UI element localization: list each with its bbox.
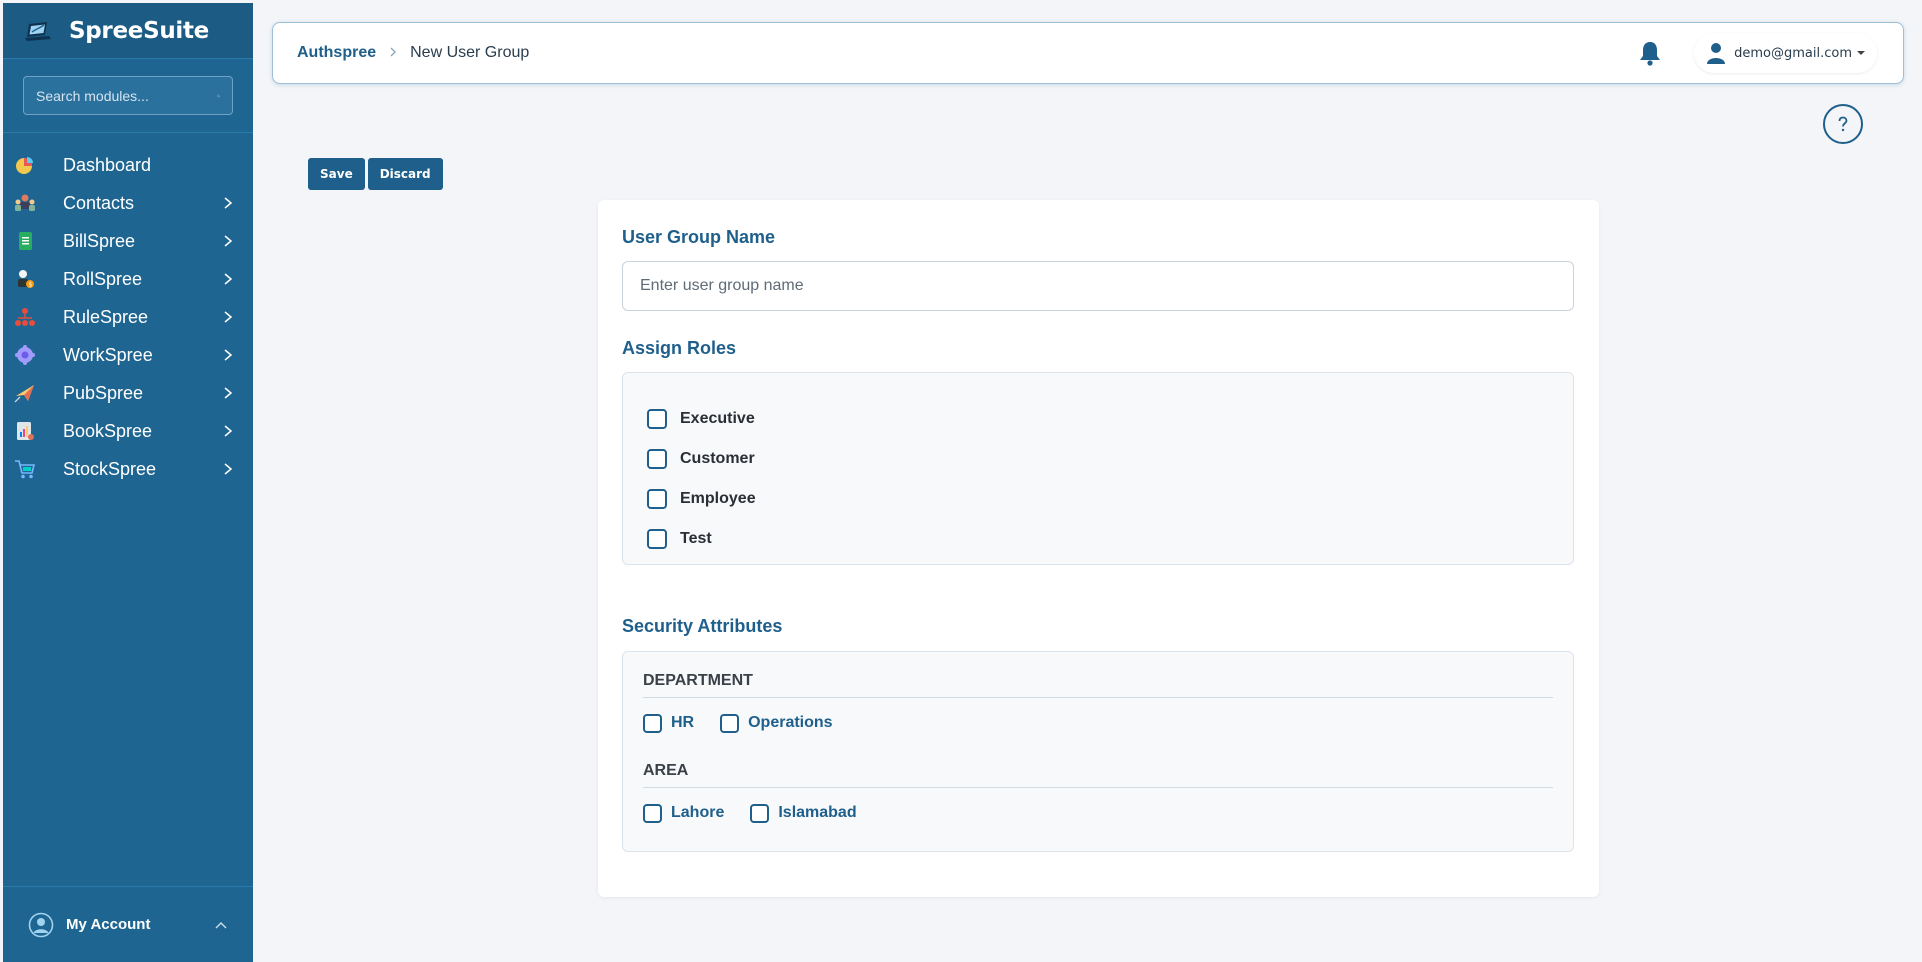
sidebar-item-rollspree[interactable]: $ RollSpree (3, 260, 253, 298)
rule-hierarchy-icon (13, 305, 37, 329)
attribute-heading-area: AREA (643, 762, 1553, 788)
breadcrumb-root[interactable]: Authspree (297, 44, 376, 62)
top-header: Authspree New User Group demo@gmail.com (272, 22, 1904, 84)
user-group-form: User Group Name Assign Roles Executive C… (598, 200, 1599, 897)
sidebar-item-label: RuleSpree (63, 306, 149, 327)
user-email: demo@gmail.com (1734, 45, 1852, 61)
sidebar-item-label: BillSpree (63, 230, 136, 251)
user-circle-icon (28, 912, 54, 937)
sidebar-item-label: BookSpree (63, 420, 153, 441)
role-option-customer[interactable]: Customer (647, 439, 1573, 479)
attribute-checkbox[interactable] (643, 713, 662, 733)
role-label: Employee (680, 490, 756, 507)
brand[interactable]: SpreeSuite (3, 3, 253, 59)
chevron-right-icon (390, 47, 397, 56)
bill-sheet-icon (13, 229, 37, 253)
contacts-people-icon (13, 191, 37, 215)
attribute-option-islamabad[interactable]: Islamabad (750, 803, 857, 823)
module-search (3, 59, 253, 133)
chevron-right-icon (224, 463, 233, 475)
sidebar: SpreeSuite Dashboard Contacts (3, 3, 253, 962)
attribute-checkbox[interactable] (720, 713, 740, 733)
dashboard-pie-icon (13, 153, 37, 177)
sidebar-item-dashboard[interactable]: Dashboard (3, 146, 253, 184)
save-button[interactable]: Save (308, 158, 365, 190)
attribute-label: Operations (748, 714, 833, 731)
bell-icon[interactable] (1636, 39, 1664, 67)
my-account-label: My Account (66, 916, 151, 933)
sidebar-item-workspree[interactable]: WorkSpree (3, 336, 253, 374)
user-group-name-title: User Group Name (622, 227, 776, 247)
attribute-options-area: Lahore Islamabad (643, 788, 1553, 838)
attribute-label: Lahore (671, 804, 725, 821)
module-nav: Dashboard Contacts BillSpree $ RollSpree (3, 133, 253, 488)
sidebar-item-rulespree[interactable]: RuleSpree (3, 298, 253, 336)
user-icon (1707, 43, 1726, 64)
attribute-checkbox[interactable] (643, 803, 662, 823)
attribute-label: Islamabad (778, 804, 857, 821)
sidebar-item-label: RollSpree (63, 268, 143, 289)
pub-plane-icon (13, 381, 37, 405)
role-checkbox[interactable] (647, 409, 667, 429)
sidebar-item-label: StockSpree (63, 458, 157, 479)
search-icon[interactable] (217, 89, 220, 103)
sidebar-item-contacts[interactable]: Contacts (3, 184, 253, 222)
spreesuite-logo-icon (25, 21, 51, 41)
chevron-right-icon (224, 311, 233, 323)
sidebar-item-billspree[interactable]: BillSpree (3, 222, 253, 260)
breadcrumb-current: New User Group (410, 44, 530, 61)
my-account[interactable]: My Account (3, 886, 253, 962)
attribute-options-department: HR Operations (643, 698, 1553, 748)
role-option-executive[interactable]: Executive (647, 399, 1573, 439)
assign-roles-title: Assign Roles (622, 338, 737, 358)
sidebar-item-label: Contacts (63, 192, 135, 213)
chevron-right-icon (224, 235, 233, 247)
question-icon (1838, 116, 1848, 132)
attribute-option-operations[interactable]: Operations (720, 713, 833, 733)
module-search-box (23, 76, 233, 115)
role-option-employee[interactable]: Employee (647, 479, 1573, 519)
user-group-name-input[interactable] (622, 261, 1574, 311)
chevron-right-icon (224, 349, 233, 361)
help-button[interactable] (1823, 104, 1863, 144)
sidebar-item-label: Dashboard (63, 154, 152, 175)
attribute-heading-department: DEPARTMENT (643, 672, 1553, 698)
sidebar-item-pubspree[interactable]: PubSpree (3, 374, 253, 412)
form-actions: Save Discard (308, 158, 443, 190)
roll-person-icon: $ (13, 267, 37, 291)
security-attributes-title: Security Attributes (622, 616, 783, 636)
attribute-option-lahore[interactable]: Lahore (643, 803, 725, 823)
role-label: Executive (680, 410, 755, 427)
caret-down-icon (1857, 51, 1865, 55)
role-label: Test (680, 530, 712, 547)
security-attributes: DEPARTMENT HR Operations AREA Lahore Isl… (622, 651, 1574, 852)
work-gear-icon (13, 343, 37, 367)
attribute-checkbox[interactable] (750, 803, 770, 823)
sidebar-item-label: WorkSpree (63, 344, 153, 365)
role-label: Customer (680, 450, 755, 467)
role-option-test[interactable]: Test (647, 519, 1573, 559)
discard-button[interactable]: Discard (367, 158, 443, 190)
chevron-right-icon (224, 273, 233, 285)
chevron-up-icon[interactable] (214, 918, 228, 932)
brand-name: SpreeSuite (69, 17, 209, 44)
chevron-right-icon (224, 197, 233, 209)
roles-list: Executive Customer Employee Test (622, 372, 1574, 565)
svg-text:$: $ (29, 282, 33, 289)
breadcrumb-separator (388, 45, 398, 62)
attribute-option-hr[interactable]: HR (643, 713, 695, 733)
stock-cart-icon (13, 457, 37, 481)
chevron-right-icon (224, 425, 233, 437)
role-checkbox[interactable] (647, 489, 667, 509)
book-report-icon (13, 419, 37, 443)
role-checkbox[interactable] (647, 529, 667, 549)
sidebar-item-bookspree[interactable]: BookSpree (3, 412, 253, 450)
user-menu-button[interactable]: demo@gmail.com (1694, 33, 1877, 73)
role-checkbox[interactable] (647, 449, 667, 469)
attribute-label: HR (671, 714, 695, 731)
sidebar-item-label: PubSpree (63, 382, 144, 403)
sidebar-item-stockspree[interactable]: StockSpree (3, 450, 253, 488)
chevron-right-icon (224, 387, 233, 399)
module-search-input[interactable] (36, 87, 217, 104)
